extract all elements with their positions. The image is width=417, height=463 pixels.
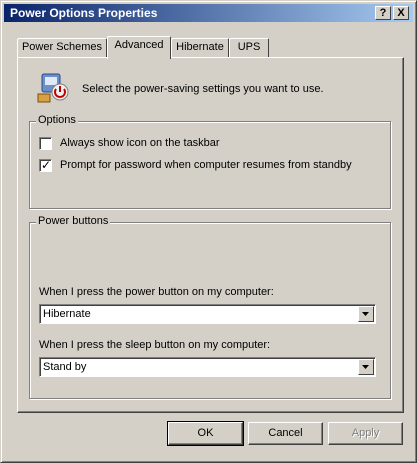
tab-advanced[interactable]: Advanced — [107, 36, 171, 59]
power-buttons-group: Power buttons When I press the power but… — [29, 215, 391, 399]
advanced-tab-panel: Select the power-saving settings you wan… — [17, 57, 404, 413]
sleep-button-label: When I press the sleep button on my comp… — [39, 339, 271, 351]
tab-ups[interactable]: UPS — [229, 38, 269, 57]
power-buttons-legend: Power buttons — [36, 215, 111, 227]
power-options-dialog: Power Options Properties ? X Power Schem… — [0, 0, 417, 463]
window-title: Power Options Properties — [10, 6, 158, 20]
sleep-button-value: Stand by — [43, 361, 87, 373]
always-show-icon-checkbox[interactable] — [39, 137, 52, 150]
power-button-value: Hibernate — [43, 308, 91, 320]
options-group: Options Always show icon on the taskbar … — [29, 114, 391, 209]
prompt-password-label[interactable]: Prompt for password when computer resume… — [60, 159, 352, 171]
close-button[interactable]: X — [393, 6, 409, 20]
sleep-button-select[interactable]: Stand by — [39, 357, 376, 377]
prompt-password-checkbox[interactable]: ✓ — [39, 158, 52, 172]
intro-text: Select the power-saving settings you wan… — [82, 83, 324, 95]
options-legend: Options — [36, 114, 78, 126]
always-show-icon-label[interactable]: Always show icon on the taskbar — [60, 137, 220, 149]
power-settings-icon — [36, 70, 72, 104]
apply-button[interactable]: Apply — [328, 422, 403, 445]
dropdown-arrow-icon[interactable] — [358, 359, 374, 375]
dropdown-arrow-icon[interactable] — [358, 306, 374, 322]
cancel-button[interactable]: Cancel — [248, 422, 323, 445]
check-mark-icon: ✓ — [41, 158, 52, 172]
title-bar[interactable]: Power Options Properties ? X — [4, 4, 413, 22]
help-button[interactable]: ? — [375, 6, 391, 20]
power-button-label: When I press the power button on my comp… — [39, 286, 274, 298]
ok-button[interactable]: OK — [167, 421, 244, 446]
tab-hibernate[interactable]: Hibernate — [171, 38, 229, 57]
power-button-select[interactable]: Hibernate — [39, 304, 376, 324]
tab-power-schemes[interactable]: Power Schemes — [17, 38, 107, 57]
